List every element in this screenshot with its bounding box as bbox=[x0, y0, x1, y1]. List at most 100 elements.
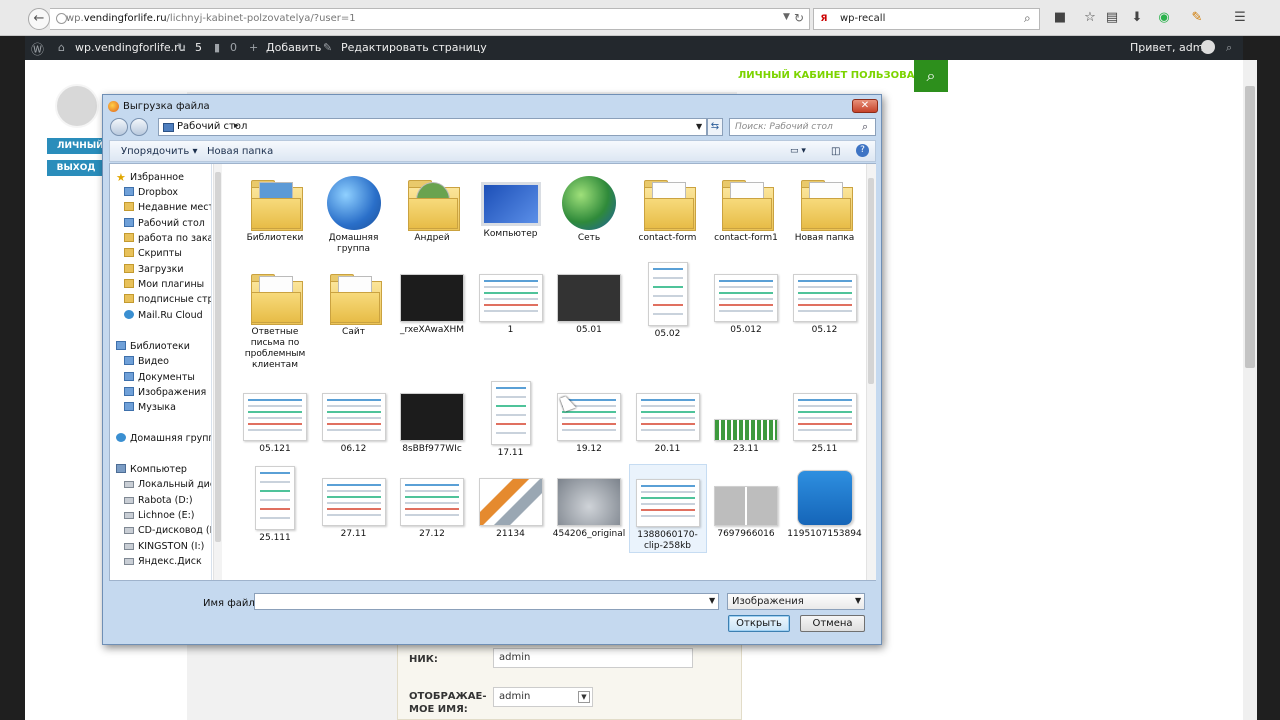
nav-item[interactable]: Документы bbox=[124, 372, 195, 383]
file-item[interactable]: 23.11 bbox=[707, 379, 785, 455]
nav-item[interactable]: работа по заказу bbox=[124, 233, 211, 244]
nav-libraries[interactable]: Библиотеки bbox=[116, 341, 190, 352]
close-button[interactable]: ✕ bbox=[852, 99, 878, 113]
url-history-dropdown-icon[interactable]: ▼ bbox=[783, 12, 790, 22]
search-engine-icon[interactable]: Я bbox=[817, 12, 831, 26]
nav-favorites[interactable]: ★ Избранное bbox=[116, 172, 184, 183]
file-item[interactable]: 1195107153894 bbox=[786, 464, 864, 540]
search-bar[interactable]: Я wp-recall ⌕ bbox=[813, 8, 1040, 30]
nav-item[interactable]: CD-дисковод (H bbox=[124, 525, 211, 536]
breadcrumb-arrow-icon[interactable]: ▸ bbox=[234, 121, 239, 131]
bookmark-star-icon[interactable]: ☆ bbox=[1080, 10, 1100, 25]
download-icon[interactable]: ⬇ bbox=[1127, 10, 1147, 25]
nav-item[interactable]: KINGSTON (I:) bbox=[124, 541, 204, 552]
address-bar[interactable]: Рабочий стол ▸ ▼ bbox=[158, 118, 707, 136]
nav-item[interactable]: Музыка bbox=[124, 402, 176, 413]
help-icon[interactable]: ? bbox=[856, 144, 869, 157]
new-folder-button[interactable]: Новая папка bbox=[207, 146, 273, 157]
user-avatar[interactable] bbox=[1201, 40, 1215, 54]
file-item[interactable]: 06.12 bbox=[315, 379, 393, 455]
nav-item[interactable]: Рабочий стол bbox=[124, 218, 205, 229]
refresh-icon[interactable]: ⇆ bbox=[707, 118, 723, 136]
nav-item[interactable]: Rabota (D:) bbox=[124, 495, 193, 506]
file-item[interactable]: 05.121 bbox=[236, 379, 314, 455]
file-item[interactable]: 25.111 bbox=[236, 464, 314, 544]
nav-item[interactable]: Видео bbox=[124, 356, 169, 367]
search-icon[interactable]: ⌕ bbox=[1226, 41, 1232, 55]
file-type-filter[interactable]: Изображения ▼ bbox=[727, 593, 865, 610]
bookmarks-list-icon[interactable]: ▤ bbox=[1102, 10, 1122, 25]
file-item[interactable]: Ответные письма по проблемным клиентам bbox=[236, 260, 314, 371]
nav-scrollbar-thumb[interactable] bbox=[215, 172, 221, 542]
file-item[interactable]: 05.12 bbox=[786, 260, 864, 336]
back-button[interactable] bbox=[110, 118, 128, 136]
filename-dropdown-icon[interactable]: ▼ bbox=[709, 596, 715, 605]
file-item[interactable]: 05.012 bbox=[707, 260, 785, 336]
open-button[interactable]: Открыть bbox=[728, 615, 790, 632]
file-item[interactable]: Компьютер bbox=[472, 166, 550, 240]
organize-button[interactable]: Упорядочить ▾ bbox=[121, 146, 197, 157]
updates-count[interactable]: 5 bbox=[195, 41, 202, 54]
file-item[interactable]: 05.02 bbox=[629, 260, 707, 340]
files-scrollbar-thumb[interactable] bbox=[868, 178, 874, 384]
filename-input[interactable]: ▼ bbox=[254, 593, 719, 610]
file-item[interactable]: Библиотеки bbox=[236, 166, 314, 244]
file-item[interactable]: 21134 bbox=[472, 464, 550, 540]
file-item[interactable]: Домашняя группа bbox=[315, 166, 393, 255]
view-icon[interactable]: ▭ ▾ bbox=[790, 146, 806, 156]
display-name-select[interactable]: admin ▼ bbox=[493, 687, 593, 707]
menu-icon[interactable]: ☰ bbox=[1230, 10, 1250, 25]
nav-item[interactable]: Мои плагины bbox=[124, 279, 204, 290]
cancel-button[interactable]: Отмена bbox=[800, 615, 865, 632]
address-dropdown-icon[interactable]: ▼ bbox=[696, 122, 702, 131]
file-item[interactable]: 19.12 bbox=[550, 379, 628, 455]
nick-input[interactable]: admin bbox=[493, 648, 693, 668]
file-item[interactable]: Сеть bbox=[550, 166, 628, 244]
nav-search-icon[interactable]: ⌕ bbox=[914, 60, 948, 92]
url-bar[interactable]: wp.vendingforlife.ru/lichnyj-kabinet-pol… bbox=[50, 8, 810, 30]
extension-icon[interactable]: ◉ bbox=[1154, 10, 1174, 25]
file-item[interactable]: 17.11 bbox=[472, 379, 550, 459]
file-item[interactable]: contact-form bbox=[629, 166, 707, 244]
file-item[interactable]: 27.11 bbox=[315, 464, 393, 540]
addon-icon[interactable]: ✎ bbox=[1187, 10, 1207, 25]
file-item[interactable]: 1 bbox=[472, 260, 550, 336]
file-item[interactable]: 7697966016 bbox=[707, 464, 785, 540]
wordpress-logo-icon[interactable]: Ⓦ bbox=[31, 39, 44, 58]
nav-item[interactable]: Изображения bbox=[124, 387, 206, 398]
file-item[interactable]: 25.11 bbox=[786, 379, 864, 455]
nav-item[interactable]: Lichnoe (E:) bbox=[124, 510, 195, 521]
comments-count[interactable]: 0 bbox=[230, 41, 237, 54]
camera-icon[interactable]: ■ bbox=[1050, 10, 1070, 25]
nav-computer[interactable]: Компьютер bbox=[116, 464, 187, 475]
dialog-search-input[interactable]: Поиск: Рабочий стол ⌕ bbox=[729, 118, 876, 136]
nav-item[interactable]: Недавние места bbox=[124, 202, 211, 213]
nav-item[interactable]: подписные стра bbox=[124, 294, 211, 305]
reload-icon[interactable]: ↻ bbox=[794, 11, 804, 25]
back-arrow-icon[interactable]: ← bbox=[28, 8, 50, 30]
file-item[interactable]: 1388060170-clip-258kb bbox=[628, 464, 707, 553]
file-item[interactable]: _rxeXAwaXHM bbox=[393, 260, 471, 336]
nav-item[interactable]: Загрузки bbox=[124, 264, 184, 275]
nav-item[interactable]: Локальный диск bbox=[124, 479, 211, 490]
file-item[interactable]: 454206_original bbox=[550, 464, 628, 540]
file-item[interactable]: Сайт bbox=[315, 260, 393, 338]
search-icon[interactable]: ⌕ bbox=[1024, 11, 1031, 26]
file-item[interactable]: 8sBBf977WIc bbox=[393, 379, 471, 455]
nav-item[interactable]: Dropbox bbox=[124, 187, 178, 198]
preview-pane-icon[interactable]: ◫ bbox=[831, 146, 840, 157]
file-item[interactable]: Новая папка bbox=[786, 166, 864, 244]
nav-item[interactable]: Mail.Ru Cloud bbox=[124, 310, 203, 321]
file-item[interactable]: contact-form1 bbox=[707, 166, 785, 244]
page-scrollbar-thumb[interactable] bbox=[1245, 86, 1255, 368]
add-new-link[interactable]: Добавить bbox=[266, 41, 321, 54]
nav-item[interactable]: Скрипты bbox=[124, 248, 182, 259]
forward-button[interactable] bbox=[130, 118, 148, 136]
file-item[interactable]: 05.01 bbox=[550, 260, 628, 336]
nav-homegroup[interactable]: Домашняя группа bbox=[116, 433, 211, 444]
nav-item[interactable]: Яндекс.Диск bbox=[124, 556, 202, 567]
logout-button[interactable]: ВЫХОД bbox=[47, 160, 105, 176]
edit-page-link[interactable]: Редактировать страницу bbox=[341, 41, 487, 54]
file-item[interactable]: 20.11 bbox=[629, 379, 707, 455]
file-item[interactable]: 27.12 bbox=[393, 464, 471, 540]
